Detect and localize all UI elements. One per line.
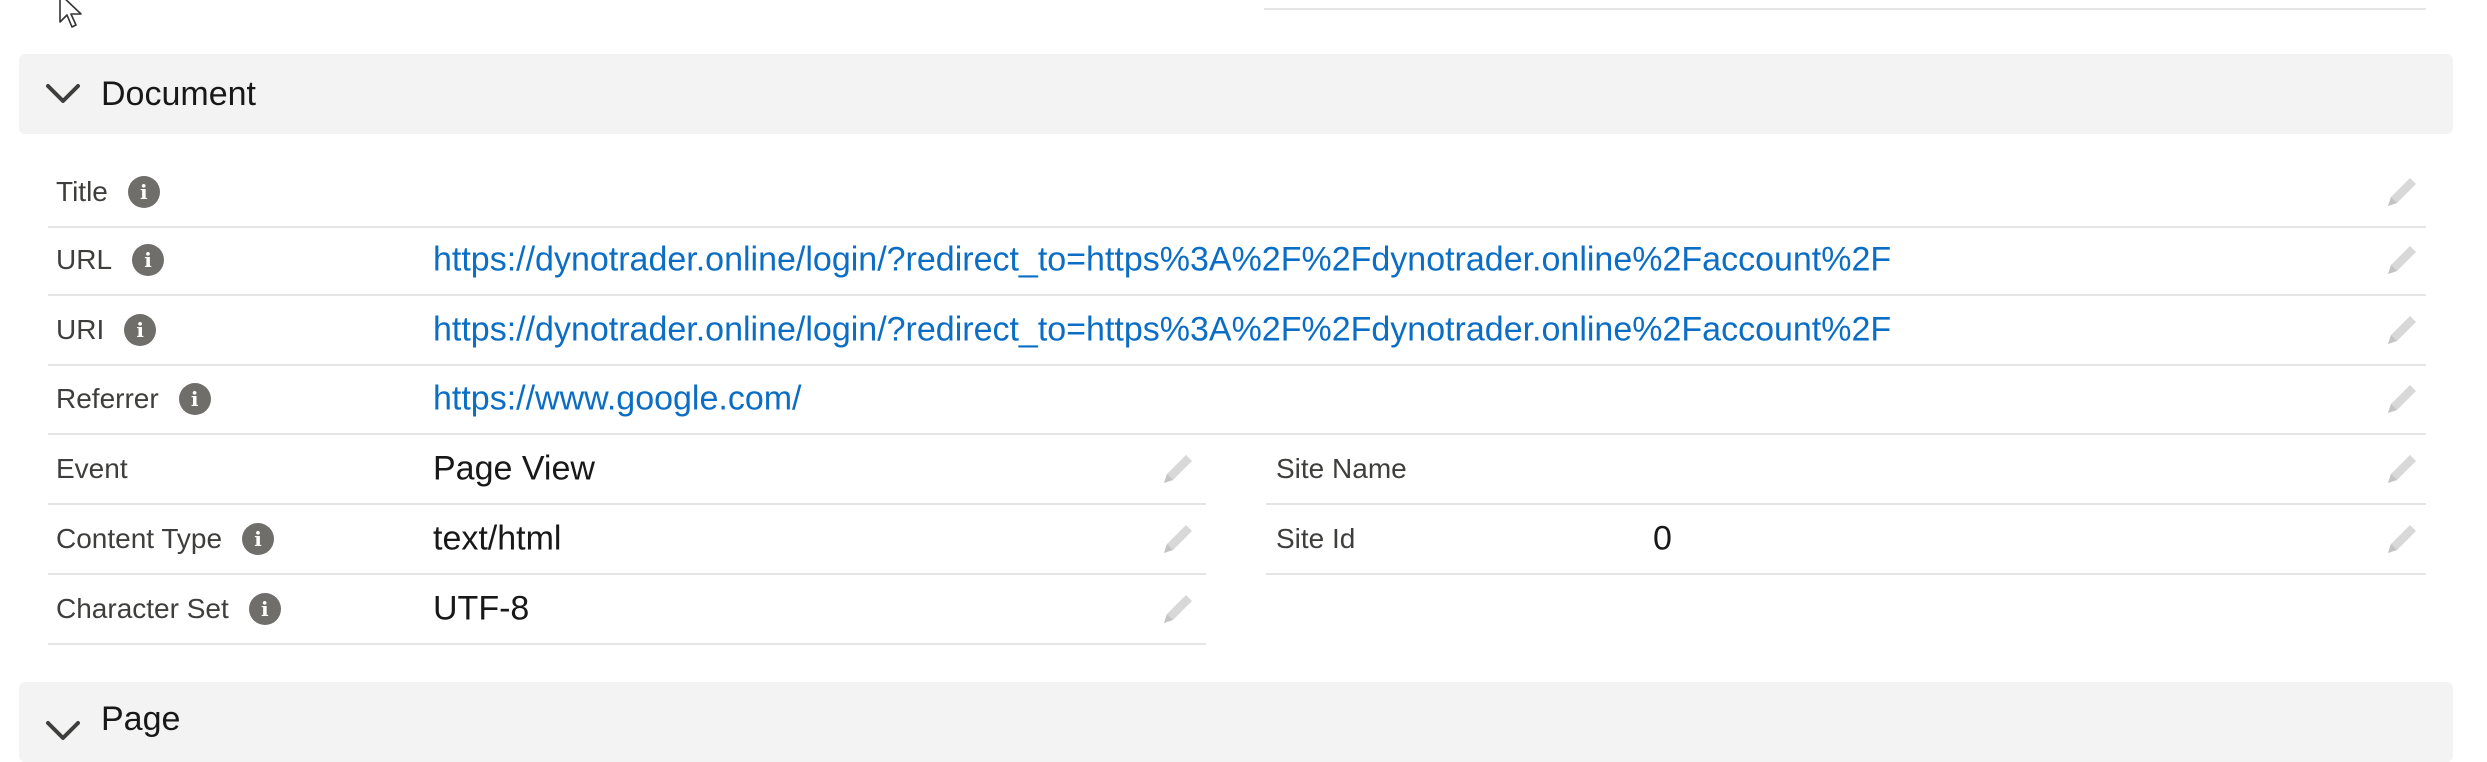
- field-row-uri: URI i https://dynotrader.online/login/?r…: [48, 296, 2426, 366]
- field-value: Page View: [433, 449, 595, 488]
- field-label-text: URL: [56, 244, 113, 275]
- referrer-link[interactable]: https://www.google.com/: [433, 380, 802, 419]
- field-label-text: Character Set: [56, 593, 229, 624]
- pencil-icon[interactable]: [2382, 449, 2422, 489]
- chevron-down-icon[interactable]: [45, 83, 81, 105]
- field-label: URI i: [56, 314, 157, 346]
- field-label: Site Name: [1276, 453, 1407, 484]
- field-row-site-name: Site Name: [1266, 435, 2426, 505]
- pencil-icon[interactable]: [2382, 240, 2422, 280]
- info-icon[interactable]: i: [242, 523, 275, 555]
- chevron-down-icon[interactable]: [45, 720, 81, 742]
- field-label-text: URI: [56, 314, 105, 345]
- field-row-url: URL i https://dynotrader.online/login/?r…: [48, 226, 2426, 296]
- uri-link[interactable]: https://dynotrader.online/login/?redirec…: [433, 311, 1891, 350]
- field-value: text/html: [433, 519, 562, 558]
- field-row-referrer: Referrer i https://www.google.com/: [48, 365, 2426, 435]
- field-label: Character Set i: [56, 593, 281, 625]
- info-icon[interactable]: i: [248, 593, 281, 625]
- info-icon[interactable]: i: [124, 314, 157, 346]
- info-icon[interactable]: i: [132, 244, 165, 276]
- page-section-header[interactable]: Page: [19, 682, 2453, 762]
- field-value: UTF-8: [433, 589, 530, 628]
- pencil-icon[interactable]: [2382, 519, 2422, 559]
- info-icon[interactable]: i: [127, 176, 160, 208]
- field-label: Event: [56, 453, 128, 484]
- pencil-icon[interactable]: [1158, 519, 1198, 559]
- field-label: URL i: [56, 244, 165, 276]
- field-row-event: Event Page View: [48, 435, 1206, 505]
- field-label-text: Title: [56, 176, 108, 207]
- pencil-icon[interactable]: [2382, 310, 2422, 350]
- field-label: Content Type i: [56, 523, 275, 555]
- section-title: Document: [101, 74, 256, 113]
- pencil-icon[interactable]: [1158, 449, 1198, 489]
- field-label-text: Content Type: [56, 523, 223, 554]
- field-row-title: Title i: [48, 158, 2426, 228]
- info-icon[interactable]: i: [178, 383, 211, 415]
- field-row-content-type: Content Type i text/html: [48, 505, 1206, 575]
- previous-section-divider: [1264, 8, 2426, 10]
- field-row-site-id: Site Id 0: [1266, 505, 2426, 575]
- field-label-text: Referrer: [56, 383, 159, 414]
- url-link[interactable]: https://dynotrader.online/login/?redirec…: [433, 241, 1891, 280]
- mouse-pointer-icon: [59, 0, 82, 28]
- field-label: Title i: [56, 176, 160, 208]
- pencil-icon[interactable]: [2382, 172, 2422, 212]
- field-row-character-set: Character Set i UTF-8: [48, 575, 1206, 645]
- pencil-icon[interactable]: [2382, 379, 2422, 419]
- pencil-icon[interactable]: [1158, 589, 1198, 629]
- section-title: Page: [101, 700, 181, 738]
- field-label: Referrer i: [56, 383, 211, 415]
- field-value: 0: [1653, 519, 1672, 558]
- document-section-header[interactable]: Document: [19, 54, 2453, 134]
- field-label: Site Id: [1276, 523, 1356, 554]
